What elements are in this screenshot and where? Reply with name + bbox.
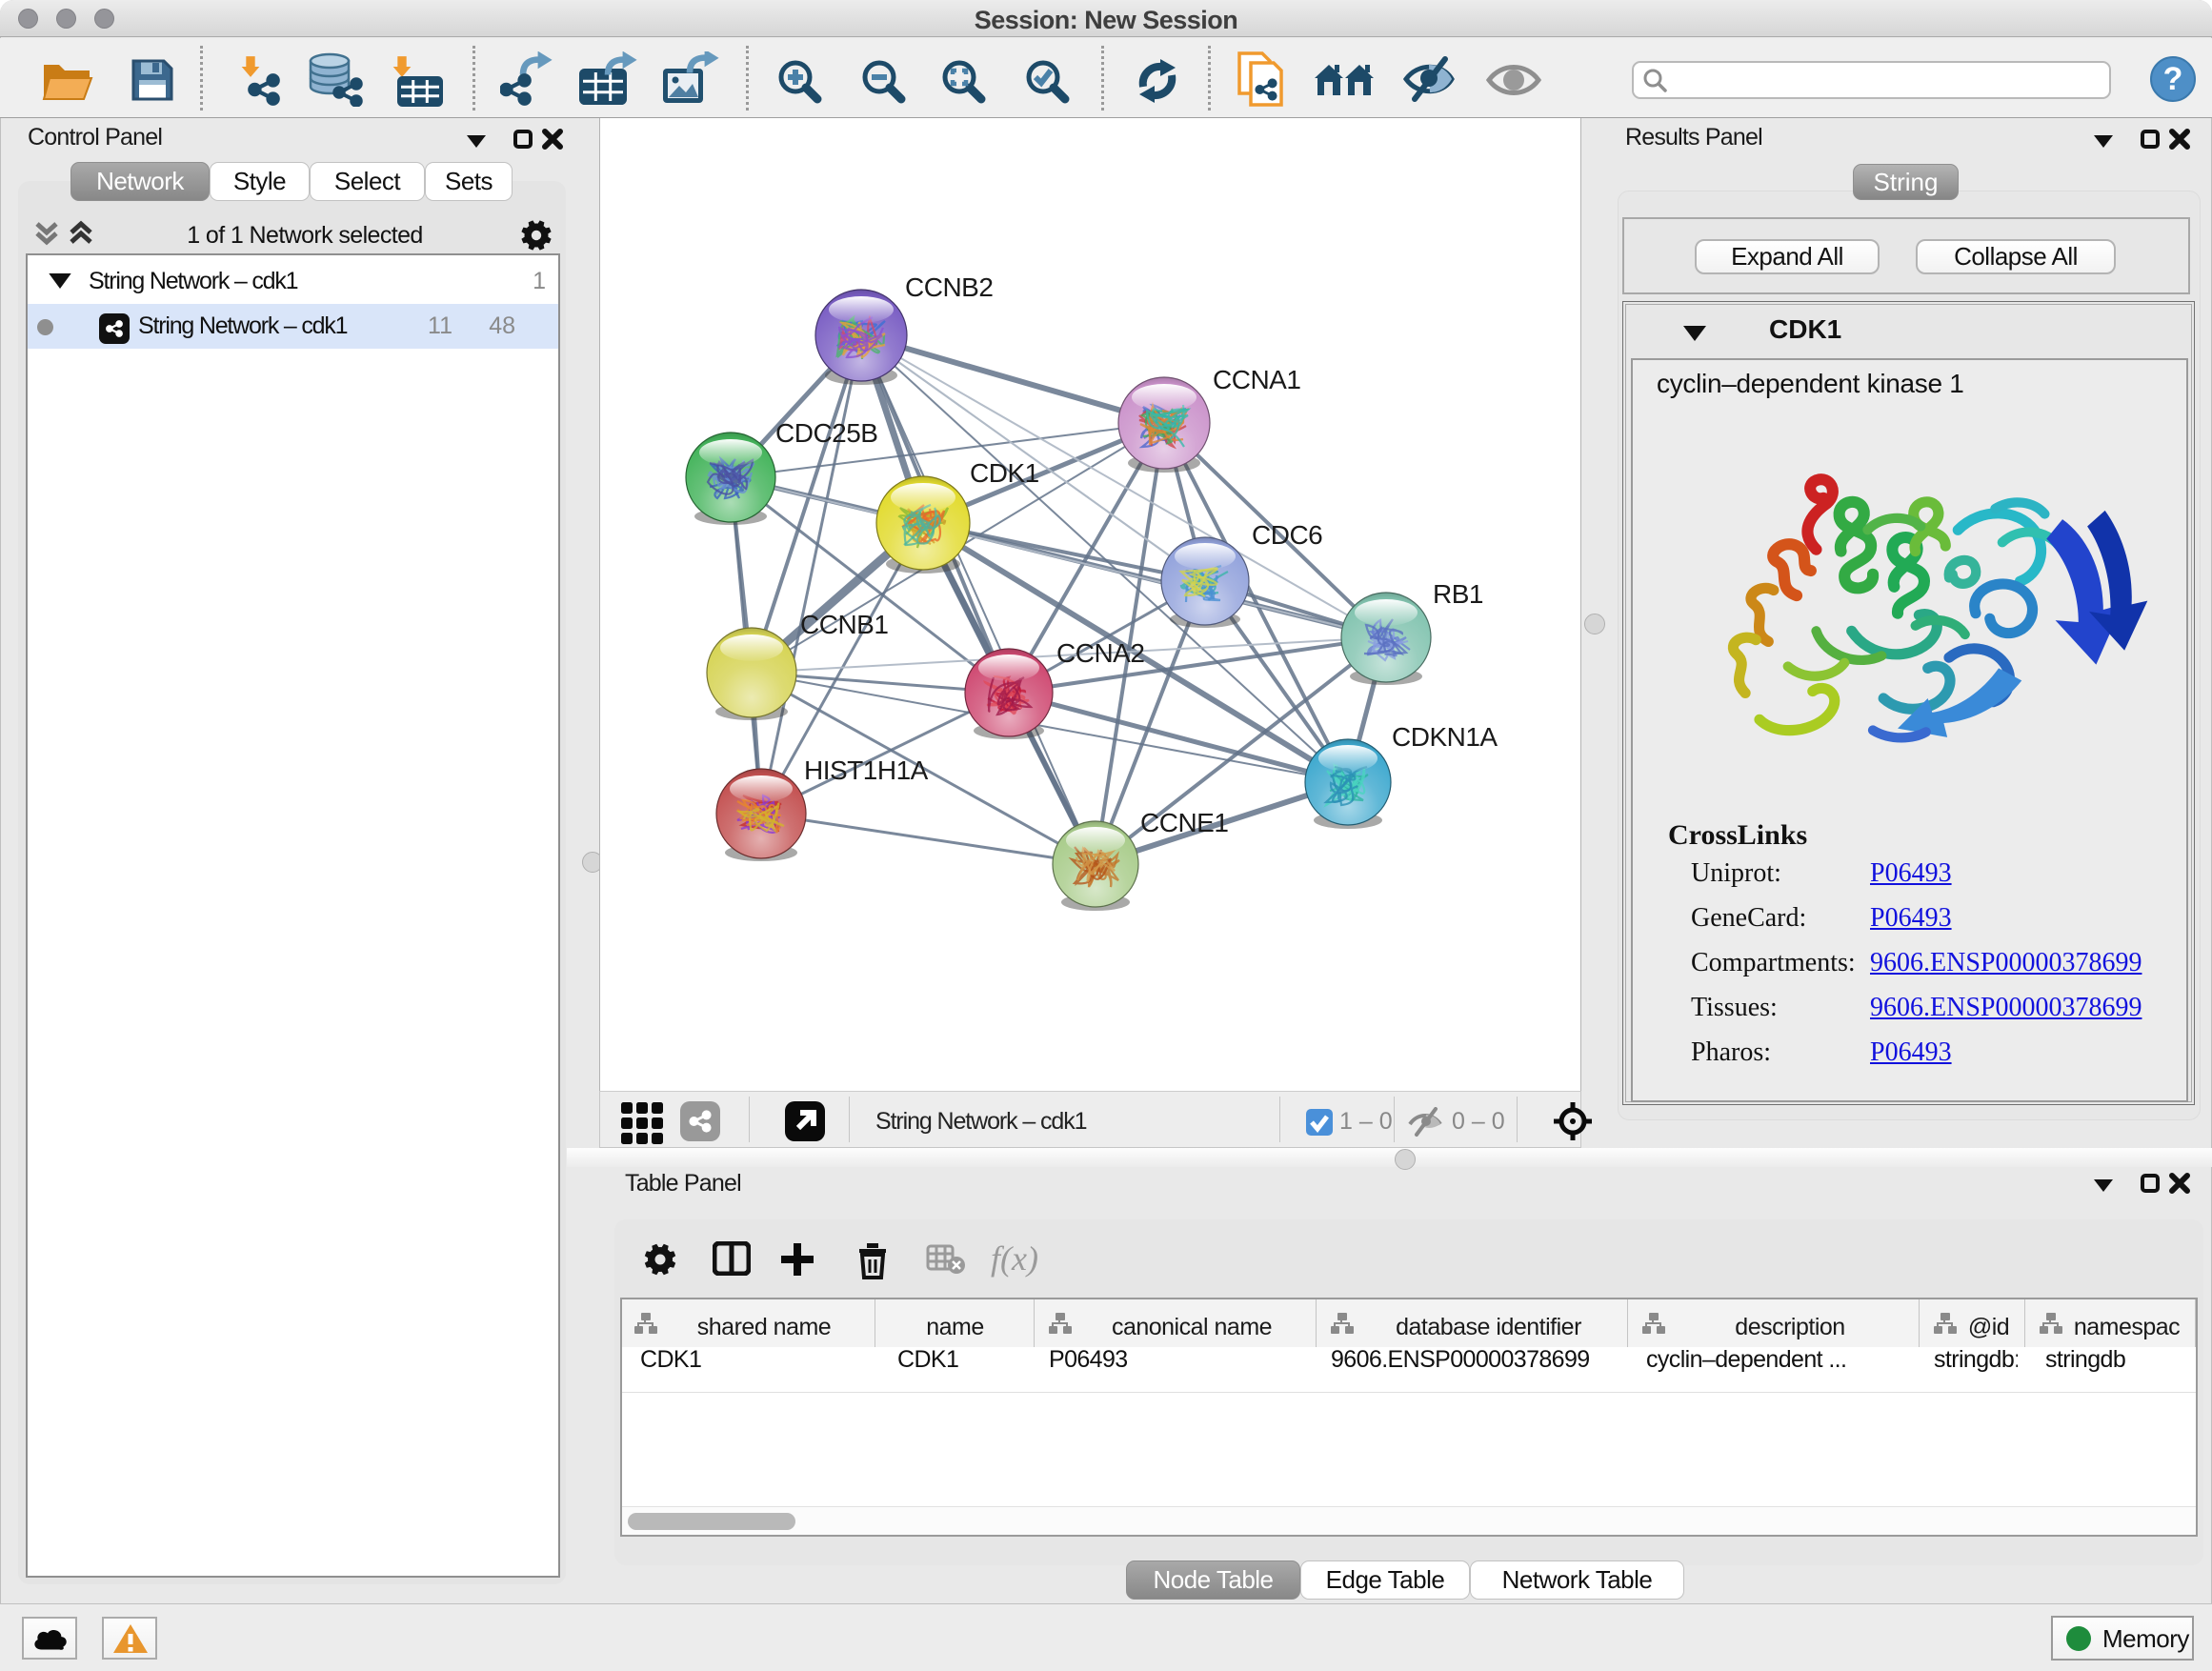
svg-text:CDKN1A: CDKN1A	[1392, 722, 1498, 752]
svg-text:CCNA1: CCNA1	[1213, 365, 1300, 394]
svg-text:CCNB2: CCNB2	[905, 272, 993, 302]
svg-text:CCNA2: CCNA2	[1056, 638, 1144, 668]
svg-text:?: ?	[2163, 61, 2183, 97]
svg-text:CCNE1: CCNE1	[1140, 808, 1228, 837]
svg-text:HIST1H1A: HIST1H1A	[804, 755, 929, 785]
svg-text:CCNB1: CCNB1	[800, 610, 888, 639]
svg-text:CDC25B: CDC25B	[775, 418, 877, 448]
svg-text:CDC6: CDC6	[1252, 520, 1322, 550]
svg-text:RB1: RB1	[1433, 579, 1483, 609]
svg-text:CDK1: CDK1	[970, 458, 1039, 488]
